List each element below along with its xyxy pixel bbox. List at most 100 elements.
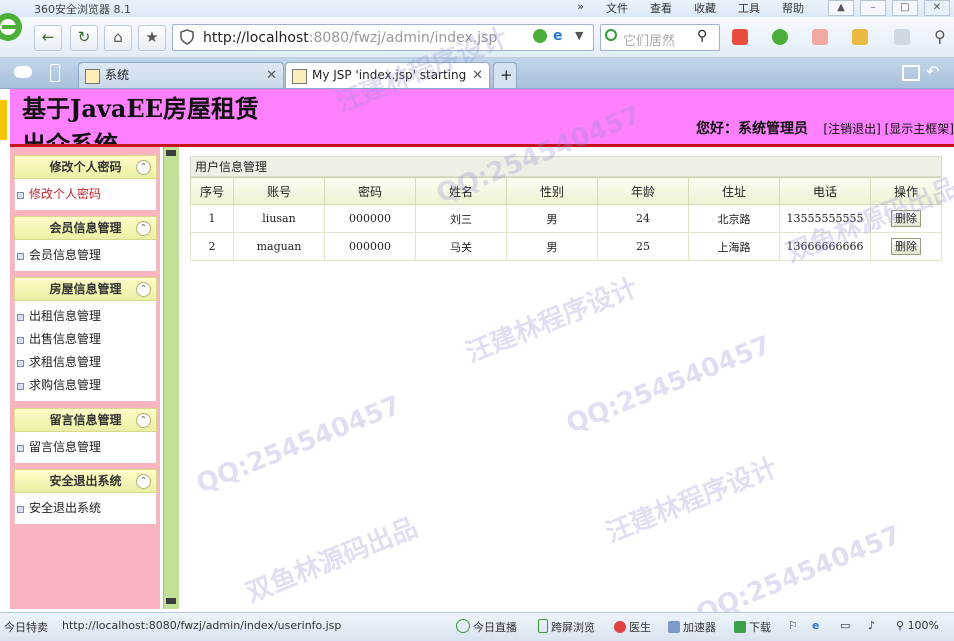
minimize-button[interactable]: – xyxy=(860,0,886,16)
menu-group-header[interactable]: 房屋信息管理 ⌃ xyxy=(14,277,157,301)
sidebar-item-logout[interactable]: 安全退出系统 xyxy=(15,497,156,520)
sidebar-item-change-password[interactable]: 修改个人密码 xyxy=(15,183,156,206)
browser-navbar: ← ↻ ⌂ ★ http://localhost:8080/fwzj/admin… xyxy=(0,13,954,58)
search-input[interactable]: 它们居然 xyxy=(623,30,675,49)
zoom-level[interactable]: ⚲ 100% xyxy=(896,619,939,632)
cell-index: 1 xyxy=(190,204,234,233)
favorite-star-button[interactable]: ★ xyxy=(138,25,166,51)
site-header: 基于JavaEE房屋租赁出介系统 您好：系统管理员 [注销退出] [显示主框架] xyxy=(10,89,954,159)
menu-group-header[interactable]: 安全退出系统 ⌃ xyxy=(14,469,157,493)
menu-help[interactable]: 帮助 xyxy=(782,0,804,16)
security-check-icon[interactable] xyxy=(533,29,547,43)
collapse-icon[interactable]: ⌃ xyxy=(136,221,151,236)
frame-splitter[interactable] xyxy=(163,147,179,609)
tab-close-icon[interactable]: ✕ xyxy=(469,63,483,88)
tab-index-jsp[interactable]: My JSP 'index.jsp' starting p ✕ xyxy=(285,62,490,88)
address-dropdown-icon[interactable]: ▼ xyxy=(575,29,583,42)
cell-age: 24 xyxy=(597,204,689,233)
browser-menu: » 文件 查看 收藏 工具 帮助 xyxy=(577,0,804,16)
bullet-icon xyxy=(17,506,24,513)
table-row: 1 liusan 000000 刘三 男 24 北京路 13555555555 … xyxy=(190,204,942,233)
flag-icon[interactable]: ⚐ xyxy=(788,619,798,632)
ie-mode-icon[interactable]: e xyxy=(553,28,563,44)
splitter-handle-top[interactable] xyxy=(166,150,176,156)
watermark: QQ:254540457 xyxy=(192,390,406,500)
sidebar-item-messages[interactable]: 留言信息管理 xyxy=(15,436,156,459)
col-phone: 电话 xyxy=(779,177,871,205)
phone-icon[interactable] xyxy=(50,64,60,82)
home-button[interactable]: ⌂ xyxy=(104,25,132,51)
col-age: 年龄 xyxy=(597,177,689,205)
search-box[interactable]: 它们居然 ⚲ xyxy=(600,24,720,51)
sidebar-item-member-info[interactable]: 会员信息管理 xyxy=(15,244,156,267)
cell-address: 北京路 xyxy=(688,204,780,233)
delete-button[interactable]: 删除 xyxy=(891,210,921,227)
cell-name: 刘三 xyxy=(415,204,507,233)
menu-more[interactable]: » xyxy=(577,0,584,16)
close-button[interactable]: ✕ xyxy=(924,0,950,16)
watermark: 双鱼林源码出品 xyxy=(241,512,422,609)
tab-favicon-icon xyxy=(85,69,100,84)
search-engine-icon[interactable] xyxy=(605,29,617,41)
menu-group-body: 安全退出系统 xyxy=(14,493,157,524)
sidebar-item-seek-buy[interactable]: 求购信息管理 xyxy=(15,374,156,397)
menu-tools[interactable]: 工具 xyxy=(738,0,760,16)
sidebar-item-rent-out[interactable]: 出租信息管理 xyxy=(15,305,156,328)
restore-tabs-icon[interactable] xyxy=(902,65,920,81)
tab-system[interactable]: 系统 ✕ xyxy=(78,62,284,88)
apps-icon[interactable] xyxy=(732,29,748,45)
tab-close-icon[interactable]: ✕ xyxy=(266,63,277,88)
cell-password: 000000 xyxy=(324,232,416,261)
maximize-button[interactable]: □ xyxy=(892,0,918,16)
menu-favorites[interactable]: 收藏 xyxy=(694,0,716,16)
logout-link[interactable]: [注销退出] xyxy=(823,122,880,136)
accelerator-link[interactable]: 加速器 xyxy=(668,619,716,635)
doctor-link[interactable]: 医生 xyxy=(614,619,651,635)
menu-file[interactable]: 文件 xyxy=(606,0,628,16)
undo-close-icon[interactable]: ↶ xyxy=(926,62,939,81)
safe-guard-icon[interactable] xyxy=(772,29,788,45)
panel-title: 用户信息管理 xyxy=(190,156,942,177)
col-password: 密码 xyxy=(324,177,416,205)
today-deals-link[interactable]: 今日特卖 xyxy=(4,619,48,635)
volume-icon[interactable]: ♪ xyxy=(868,619,875,632)
cloud-icon[interactable] xyxy=(14,66,32,78)
sidebar-item-seek-rent[interactable]: 求租信息管理 xyxy=(15,351,156,374)
menu-group-header[interactable]: 留言信息管理 ⌃ xyxy=(14,408,157,432)
screenshot-icon[interactable] xyxy=(852,29,868,45)
menu-group-header[interactable]: 修改个人密码 ⌃ xyxy=(14,155,157,179)
collapse-icon[interactable]: ⌃ xyxy=(136,282,151,297)
window-icon[interactable]: ▭ xyxy=(840,619,850,632)
new-tab-button[interactable]: + xyxy=(493,62,517,88)
live-link[interactable]: 今日直播 xyxy=(456,619,517,635)
download-link[interactable]: 下载 xyxy=(734,619,771,635)
table-header-row: 序号 账号 密码 姓名 性别 年龄 住址 电话 操作 xyxy=(190,177,942,205)
ie-icon[interactable]: e xyxy=(812,619,819,632)
zoom-icon: ⚲ xyxy=(896,619,905,632)
back-button[interactable]: ← xyxy=(34,25,62,51)
sidebar-item-sale[interactable]: 出售信息管理 xyxy=(15,328,156,351)
address-bar[interactable]: http://localhost:8080/fwzj/admin/index.j… xyxy=(172,24,594,51)
show-frame-link[interactable]: [显示主框架] xyxy=(885,122,954,136)
tab-bar: 系统 ✕ My JSP 'index.jsp' starting p ✕ + ↶ xyxy=(0,58,954,89)
skin-button[interactable]: ▲ xyxy=(828,0,854,16)
col-action: 操作 xyxy=(870,177,942,205)
collapse-icon[interactable]: ⌃ xyxy=(136,413,151,428)
collapse-icon[interactable]: ⌃ xyxy=(136,474,151,489)
splitter-handle-bottom[interactable] xyxy=(166,598,176,604)
col-index: 序号 xyxy=(190,177,234,205)
cross-screen-link[interactable]: 跨屏浏览 xyxy=(538,619,595,635)
collapse-icon[interactable]: ⌃ xyxy=(136,160,151,175)
game-icon[interactable] xyxy=(894,29,910,45)
zoom-search-icon[interactable]: ⚲ xyxy=(934,27,946,46)
menu-group-header[interactable]: 会员信息管理 ⌃ xyxy=(14,216,157,240)
menu-view[interactable]: 查看 xyxy=(650,0,672,16)
refresh-button[interactable]: ↻ xyxy=(70,25,98,51)
tab-label: 系统 xyxy=(105,68,130,82)
cell-phone: 13666666666 xyxy=(779,232,871,261)
menu-group-messages: 留言信息管理 ⌃ 留言信息管理 xyxy=(14,408,157,463)
cell-action: 删除 xyxy=(870,204,942,233)
search-icon[interactable]: ⚲ xyxy=(697,28,707,44)
translate-icon[interactable] xyxy=(812,29,828,45)
delete-button[interactable]: 删除 xyxy=(891,238,921,255)
